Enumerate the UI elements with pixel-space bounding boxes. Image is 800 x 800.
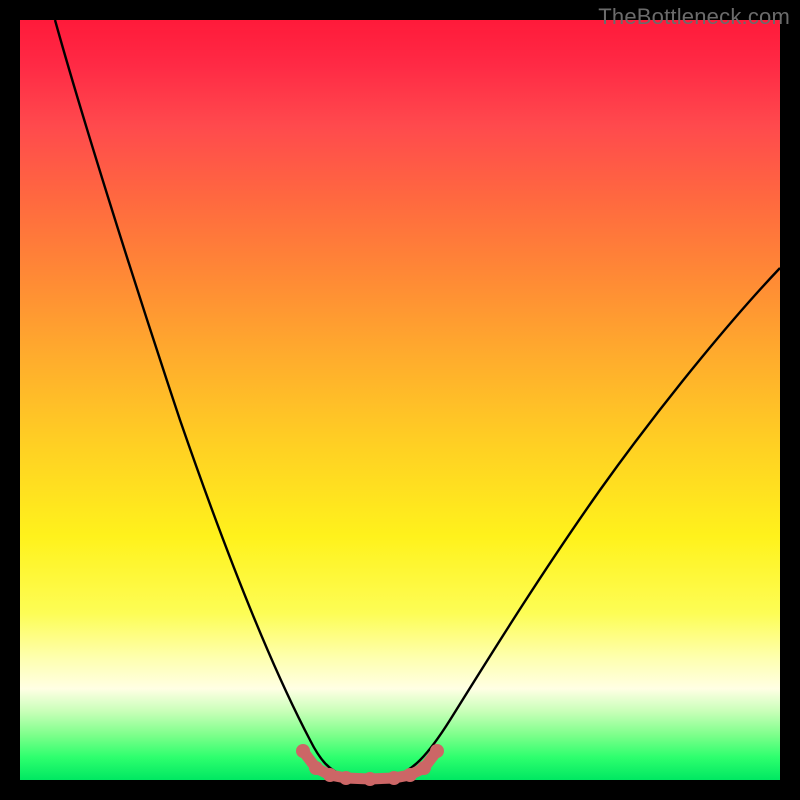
optimal-marker (363, 772, 377, 786)
chart-frame: TheBottleneck.com (0, 0, 800, 800)
optimal-marker (387, 771, 401, 785)
optimal-marker (430, 744, 444, 758)
chart-plot-area (20, 20, 780, 780)
optimal-marker (403, 768, 417, 782)
optimal-marker (296, 744, 310, 758)
bottleneck-curve (55, 20, 780, 778)
optimal-marker (309, 761, 323, 775)
optimal-marker (417, 761, 431, 775)
optimal-marker (339, 771, 353, 785)
watermark-text: TheBottleneck.com (598, 4, 790, 30)
optimal-marker (323, 768, 337, 782)
chart-svg (20, 20, 780, 780)
